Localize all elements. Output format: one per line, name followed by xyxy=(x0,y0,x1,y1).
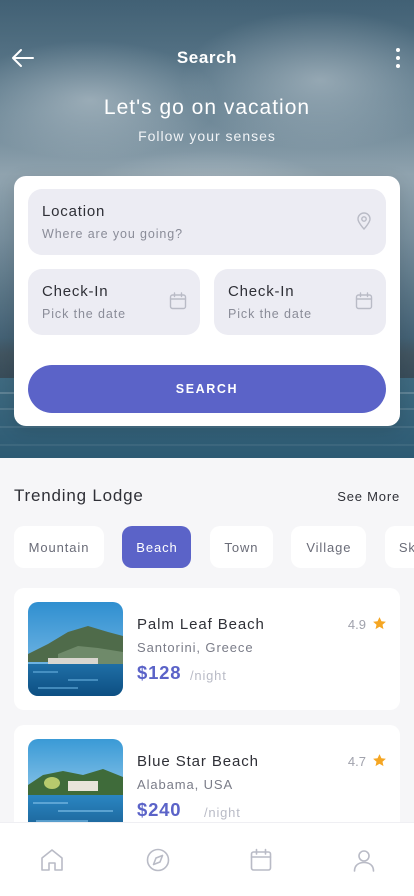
lodge-price-unit: /night xyxy=(190,668,227,683)
lodge-location: Alabama, USA xyxy=(137,777,234,792)
check-in-field-2[interactable]: Check-In Pick the date xyxy=(214,269,386,335)
lodge-image xyxy=(28,602,123,696)
lodge-location: Santorini, Greece xyxy=(137,640,254,655)
see-more-link[interactable]: See More xyxy=(337,489,400,504)
calendar-icon xyxy=(355,292,373,310)
search-card: Location Where are you going? Check-In P… xyxy=(14,176,400,426)
star-icon xyxy=(373,617,386,630)
trending-header: Trending Lodge See More xyxy=(14,486,400,508)
more-vertical-icon xyxy=(396,48,400,52)
calendar-icon xyxy=(169,292,187,310)
map-pin-icon xyxy=(357,212,371,231)
section-title: Trending Lodge xyxy=(14,486,144,505)
location-field[interactable]: Location Where are you going? xyxy=(28,189,386,255)
lodge-price-unit: /night xyxy=(204,805,241,820)
bottom-nav xyxy=(0,822,414,896)
lodge-name: Palm Leaf Beach xyxy=(137,616,265,633)
top-bar: Search xyxy=(0,36,414,80)
location-placeholder: Where are you going? xyxy=(42,227,183,241)
location-label: Location xyxy=(42,203,106,220)
chip-beach[interactable]: Beach xyxy=(122,526,192,568)
user-icon xyxy=(353,850,375,872)
chip-village[interactable]: Village xyxy=(291,526,367,568)
hero-subtitle: Follow your senses xyxy=(138,128,276,144)
check-in-label: Check-In xyxy=(42,283,109,300)
nav-explore[interactable] xyxy=(143,845,173,875)
chip-town[interactable]: Town xyxy=(209,526,273,568)
chip-sky[interactable]: Sky T xyxy=(384,526,414,568)
more-options-button[interactable] xyxy=(390,44,406,72)
lodge-image xyxy=(28,739,123,833)
lodge-price: $240 xyxy=(137,799,182,820)
calendar-icon xyxy=(250,848,272,871)
star-icon xyxy=(373,754,386,767)
check-in-label-2: Check-In xyxy=(228,283,295,300)
check-in-placeholder: Pick the date xyxy=(42,307,126,321)
lodge-rating: 4.9 xyxy=(347,617,366,632)
search-button[interactable]: SEARCH xyxy=(28,365,386,413)
chip-mountain[interactable]: Mountain xyxy=(14,526,104,568)
lodge-card[interactable]: Palm Leaf Beach Santorini, Greece $128 /… xyxy=(14,588,400,710)
lodge-price: $128 xyxy=(137,662,182,683)
page-title: Search xyxy=(176,48,238,67)
category-chips: Mountain Beach Town Village Sky T xyxy=(14,526,414,568)
compass-icon xyxy=(146,848,170,872)
nav-home[interactable] xyxy=(37,845,67,875)
check-in-placeholder-2: Pick the date xyxy=(228,307,312,321)
hero-title: Let's go on vacation xyxy=(103,96,311,119)
check-in-field[interactable]: Check-In Pick the date xyxy=(28,269,200,335)
nav-profile[interactable] xyxy=(349,845,379,875)
home-icon xyxy=(41,849,63,871)
lodge-name: Blue Star Beach xyxy=(137,753,259,770)
nav-bookings[interactable] xyxy=(246,845,276,875)
lodge-rating: 4.7 xyxy=(347,754,366,769)
